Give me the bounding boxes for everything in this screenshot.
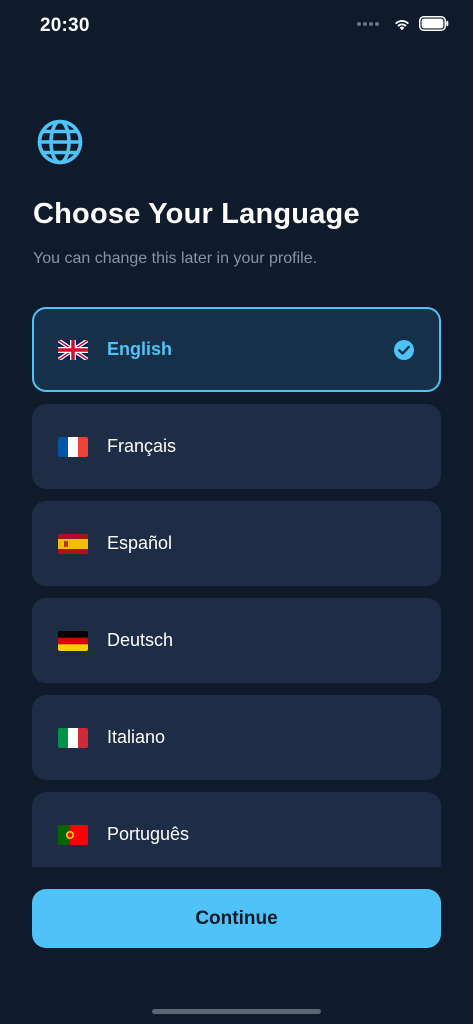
globe-icon: [36, 118, 84, 166]
check-circle-icon: [393, 339, 415, 361]
language-label: Italiano: [107, 727, 166, 747]
home-indicator: [152, 1009, 321, 1014]
page-subtitle: You can change this later in your profil…: [33, 250, 318, 267]
language-option-spanish[interactable]: Español: [32, 501, 441, 586]
language-option-english[interactable]: English: [32, 307, 441, 392]
language-option-portuguese[interactable]: Português: [32, 792, 441, 867]
language-label: Português: [107, 824, 190, 844]
uk-flag-icon: [58, 339, 88, 360]
status-bar: 20:30: [0, 0, 473, 52]
continue-button[interactable]: Continue: [32, 889, 441, 948]
wifi-icon: [393, 17, 411, 31]
page-title: Choose Your Language: [33, 198, 360, 230]
italy-flag-icon: [58, 727, 88, 748]
language-label: Français: [107, 436, 177, 456]
germany-flag-icon: [58, 630, 88, 651]
portugal-flag-icon: [58, 824, 88, 845]
language-option-french[interactable]: Français: [32, 404, 441, 489]
language-label: Deutsch: [107, 630, 174, 650]
spain-flag-icon: [58, 533, 88, 554]
france-flag-icon: [58, 436, 88, 457]
battery-icon: [419, 16, 449, 31]
status-time: 20:30: [40, 15, 90, 36]
language-option-german[interactable]: Deutsch: [32, 598, 441, 683]
language-option-italian[interactable]: Italiano: [32, 695, 441, 780]
cellular-signal-icon: [357, 21, 379, 26]
language-list: English Français Español Deutsch Italian…: [32, 307, 441, 867]
status-indicators: [357, 16, 449, 31]
language-label: Español: [107, 533, 173, 553]
language-label: English: [107, 339, 173, 359]
